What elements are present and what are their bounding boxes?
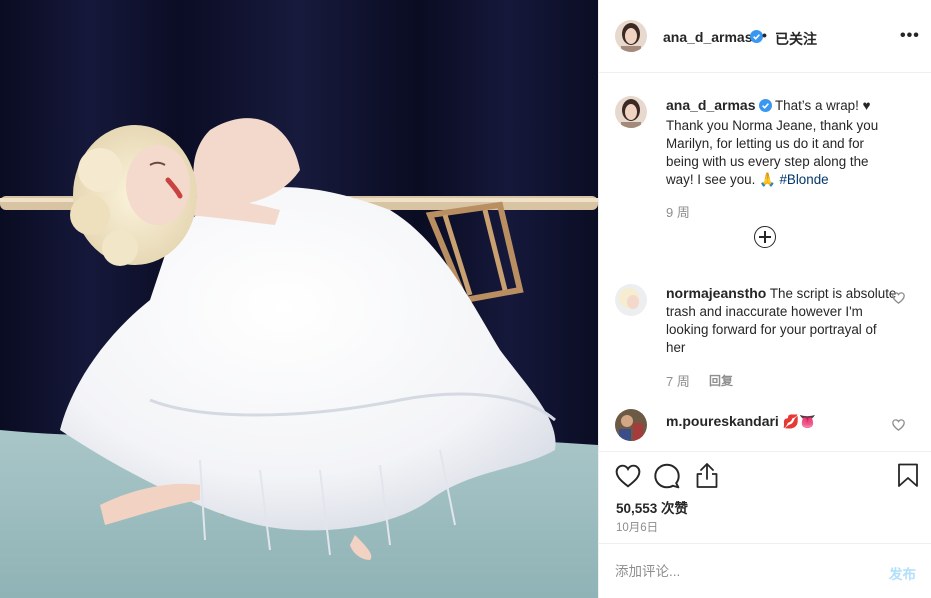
post-caption: ana_d_armas That’s a wrap! ♥ Thank you N… bbox=[666, 96, 898, 189]
follow-status-button[interactable]: 已关注 bbox=[775, 29, 817, 49]
author-avatar[interactable] bbox=[615, 20, 647, 52]
post-action-bar: 50,553 次赞 10月6日 bbox=[599, 451, 931, 543]
comment-item: m.poureskandari 💋👅 bbox=[666, 412, 898, 431]
comments-list[interactable]: ana_d_armas That’s a wrap! ♥ Thank you N… bbox=[599, 74, 931, 451]
caption-verified-badge-icon bbox=[758, 99, 772, 117]
comment-like-heart-icon[interactable] bbox=[892, 419, 905, 431]
comment-username[interactable]: m.poureskandari bbox=[666, 413, 779, 429]
comment-item: normajeanstho The script is absolute tra… bbox=[666, 284, 898, 357]
author-username[interactable]: ana_d_armas bbox=[663, 29, 753, 45]
post-date: 10月6日 bbox=[616, 522, 659, 534]
reply-button[interactable]: 回复 bbox=[709, 372, 733, 389]
bookmark-icon[interactable] bbox=[897, 463, 919, 488]
comment-bubble-icon[interactable] bbox=[654, 463, 680, 489]
caption-author-avatar[interactable] bbox=[615, 96, 647, 128]
caption-age: 9 周 bbox=[666, 205, 690, 220]
header-separator-dot: • bbox=[762, 27, 767, 43]
commenter-avatar[interactable] bbox=[615, 409, 647, 441]
caption-hashtag-link[interactable]: #Blonde bbox=[779, 172, 828, 187]
instagram-post-view: ana_d_armas • 已关注 ••• ana_d_armas That’s… bbox=[0, 0, 931, 598]
likes-count[interactable]: 50,553 次赞 bbox=[616, 497, 688, 517]
post-photo[interactable] bbox=[0, 0, 598, 598]
comment-like-heart-icon[interactable] bbox=[892, 292, 905, 304]
plus-circle-icon[interactable] bbox=[754, 226, 776, 248]
photo-illustration bbox=[0, 0, 598, 598]
add-comment-input[interactable] bbox=[615, 560, 855, 582]
caption-author-username[interactable]: ana_d_armas bbox=[666, 97, 756, 113]
post-header: ana_d_armas • 已关注 ••• bbox=[599, 0, 931, 73]
comment-age: 7 周 bbox=[666, 374, 690, 389]
comment-username[interactable]: normajeanstho bbox=[666, 285, 766, 301]
commenter-avatar[interactable] bbox=[615, 284, 647, 316]
heart-icon[interactable] bbox=[615, 464, 641, 488]
add-comment-bar: 发布 bbox=[599, 543, 931, 598]
post-side-panel: ana_d_armas • 已关注 ••• ana_d_armas That’s… bbox=[598, 0, 931, 598]
post-comment-button[interactable]: 发布 bbox=[889, 563, 916, 583]
share-icon[interactable] bbox=[695, 462, 719, 489]
comment-text: 💋👅 bbox=[782, 414, 816, 429]
more-options-button[interactable]: ••• bbox=[900, 27, 920, 45]
